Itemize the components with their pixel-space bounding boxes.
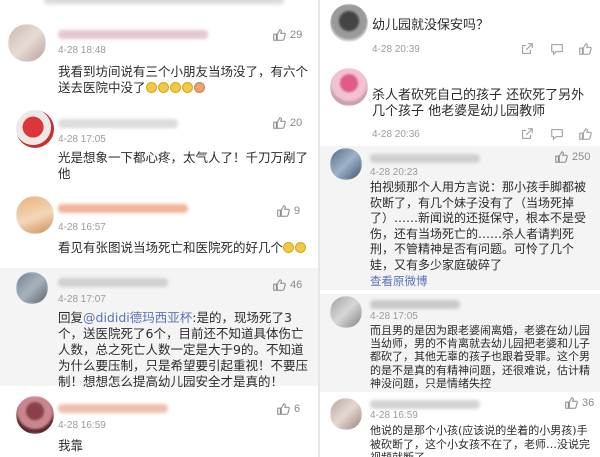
comment-item: 杀人者砍死自己的孩子 还砍死了另外几个孩子 他老婆是幼儿园教师 4-28 20:…: [320, 66, 600, 144]
like-count: 29: [290, 29, 303, 41]
share-button[interactable]: [520, 127, 534, 141]
comment-item: 4-28 16:59 36 他说的是那个小孩(应该说的坐着的小男孩)手被砍断了，…: [320, 394, 600, 457]
comment-time: 4-28 16:57: [58, 222, 106, 233]
comment-text: 我靠: [58, 438, 84, 453]
thumbs-up-icon: [579, 128, 592, 140]
thumbs-up-icon: [555, 151, 568, 163]
avatar[interactable]: [330, 148, 362, 180]
thumbs-up-icon: [565, 397, 578, 409]
comment-text: 我看到坊间说有三个小朋友当场没了，有六个送去医院中没了: [58, 64, 309, 95]
like-button[interactable]: 20: [272, 116, 302, 130]
comment-item: 4-28 16:59 6 我靠: [0, 392, 318, 457]
thumbs-up-icon: [579, 43, 592, 55]
comment-time: 4-28 18:48: [58, 45, 106, 56]
comment-text: 拍视频那个人用方言说：那小孩手脚都被砍断了，有几个妹子没有了（当场死掉了）……新…: [370, 180, 587, 272]
username-blurred[interactable]: [370, 400, 480, 409]
comment-item: 4-28 18:48 29 我看到坊间说有三个小朋友当场没了，有六个送去医院中没…: [0, 14, 318, 110]
avatar[interactable]: [330, 398, 362, 430]
comment-icon: [551, 44, 563, 56]
comment-text: 幼儿园就没保安吗？: [372, 18, 490, 33]
comment-time: 4-28 17:05: [370, 311, 418, 322]
share-button[interactable]: [520, 42, 534, 56]
like-button[interactable]: 36: [564, 396, 594, 410]
avatar[interactable]: [8, 24, 46, 62]
thumbs-up-icon: [277, 403, 290, 415]
comment-icon: [551, 129, 563, 141]
comment-item: 4-28 16:57 9 看见有张图说当场死亡和医院死的好几个: [0, 192, 318, 264]
like-button[interactable]: 9: [276, 204, 300, 218]
comment-text: 回复@dididi德玛西亚杯:是的，现场死了3个，送医院死了6个，目前还不知道具…: [58, 310, 309, 389]
comment-time: 4-28 20:23: [370, 167, 418, 178]
comment-text: 光是想象一下都心疼，太气人了！千刀万剐了他: [58, 150, 309, 181]
avatar[interactable]: [16, 110, 54, 148]
comment-text: 看见有张图说当场死亡和医院死的好几个: [58, 240, 308, 256]
thumbs-up-icon: [273, 279, 286, 291]
share-icon: [522, 43, 533, 54]
comment-time: 4-28 20:39: [372, 44, 420, 55]
username-blurred[interactable]: [58, 119, 178, 128]
thumbs-up-icon: [273, 117, 286, 129]
username-blurred[interactable]: [370, 300, 460, 309]
comment-time: 4-28 16:59: [58, 420, 106, 431]
like-count: 250: [572, 151, 591, 163]
comment-time: 4-28 20:36: [372, 129, 420, 140]
thumbs-up-icon: [277, 205, 290, 217]
username-blurred[interactable]: [58, 30, 208, 39]
thumbs-up-icon: [273, 29, 286, 41]
comment-time: 4-28 17:07: [58, 294, 106, 305]
like-count: 46: [290, 279, 303, 291]
cut-off-text: [44, 0, 284, 4]
emoji-icon: [283, 240, 307, 255]
comment-time: 4-28 17:05: [58, 134, 106, 145]
comment-item: 4-28 17:07 46 回复@dididi德玛西亚杯:是的，现场死了3个，送…: [0, 268, 318, 389]
comment-text: 他说的是那个小孩(应该说的坐着的小男孩)手被砍断了，这个小女孩不在了，老师…没说…: [370, 424, 590, 457]
like-count: 9: [294, 205, 301, 217]
comment-item: 4-28 17:05 而且男的是因为跟老婆闹离婚，老婆在幼儿园当幼师，男的不肯离…: [320, 294, 600, 392]
comment-text: 杀人者砍死自己的孩子 还砍死了另外几个孩子 他老婆是幼儿园教师: [372, 88, 585, 119]
mention-link[interactable]: @dididi德玛西亚杯: [83, 310, 192, 325]
avatar[interactable]: [16, 196, 54, 234]
comment-time: 4-28 16:59: [370, 410, 418, 421]
like-button[interactable]: [578, 127, 592, 141]
share-icon: [522, 128, 533, 139]
avatar[interactable]: [330, 4, 368, 42]
like-button[interactable]: [578, 42, 592, 56]
comment-text: 而且男的是因为跟老婆闹离婚，老婆在幼儿园当幼师，男的不肯离就去幼儿园把老婆和儿子…: [370, 324, 590, 390]
like-button[interactable]: 29: [272, 28, 302, 42]
like-button[interactable]: 6: [276, 402, 300, 416]
username-blurred[interactable]: [370, 154, 480, 163]
username-blurred[interactable]: [58, 204, 188, 213]
like-button[interactable]: 46: [272, 278, 302, 292]
like-count: 36: [582, 397, 595, 409]
view-original-link[interactable]: 查看原微博: [370, 273, 428, 289]
avatar[interactable]: [330, 68, 368, 106]
like-count: 20: [290, 117, 303, 129]
comment-item: 幼儿园就没保安吗？ 4-28 20:39: [320, 0, 600, 62]
left-comment-column: 4-28 18:48 29 我看到坊间说有三个小朋友当场没了，有六个送去医院中没…: [0, 0, 318, 457]
comment-item: 4-28 17:05 20 光是想象一下都心疼，太气人了！千刀万剐了他: [0, 110, 318, 190]
comment-item: 4-28 20:23 250 拍视频那个人用方言说：那小孩手脚都被砍断了，有几个…: [320, 146, 600, 290]
avatar[interactable]: [330, 296, 362, 328]
like-count: 6: [294, 403, 301, 415]
emoji-icon: [145, 80, 206, 95]
comment-button[interactable]: [550, 42, 564, 56]
comment-button[interactable]: [550, 127, 564, 141]
username-blurred[interactable]: [58, 404, 168, 413]
like-button[interactable]: 250: [554, 150, 590, 164]
avatar[interactable]: [16, 272, 48, 304]
username-blurred[interactable]: [58, 278, 168, 287]
right-comment-column: 幼儿园就没保安吗？ 4-28 20:39 杀人者砍死自己的孩子 还砍死了另外几个…: [318, 0, 600, 457]
avatar[interactable]: [16, 396, 54, 434]
